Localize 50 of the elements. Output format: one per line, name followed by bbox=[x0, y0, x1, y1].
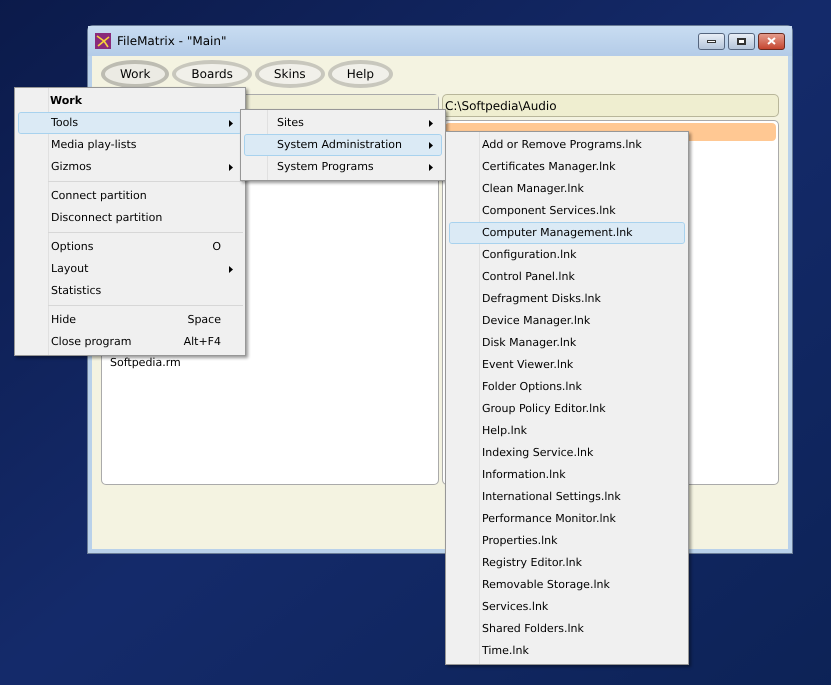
menu-item[interactable]: Removable Storage.lnk bbox=[449, 574, 685, 596]
toolbar-tab[interactable]: Boards bbox=[172, 60, 252, 88]
minimize-button[interactable] bbox=[698, 32, 725, 50]
menu-item[interactable]: Certificates Manager.lnk bbox=[449, 156, 685, 178]
menu-item[interactable]: Component Services.lnk bbox=[449, 200, 685, 222]
menu-item[interactable]: Layout bbox=[18, 258, 242, 280]
menu-item[interactable]: Add or Remove Programs.lnk bbox=[449, 134, 685, 156]
menu-item[interactable]: Connect partition bbox=[18, 185, 242, 207]
path-field[interactable]: C:\Softpedia\Audio bbox=[442, 94, 779, 117]
menu-heading: Work bbox=[49, 92, 84, 109]
menu-item[interactable]: System Administration bbox=[244, 134, 442, 156]
menu-item[interactable]: Device Manager.lnk bbox=[449, 310, 685, 332]
menu-item[interactable]: Clean Manager.lnk bbox=[449, 178, 685, 200]
menu-item[interactable]: Tools bbox=[18, 112, 242, 134]
menu-item[interactable]: Configuration.lnk bbox=[449, 244, 685, 266]
menu-item[interactable]: Help.lnk bbox=[449, 420, 685, 442]
maximize-button[interactable] bbox=[728, 32, 755, 50]
menu-item[interactable]: Time.lnk bbox=[449, 640, 685, 662]
menu-item[interactable]: Defragment Disks.lnk bbox=[449, 288, 685, 310]
close-button[interactable] bbox=[758, 32, 785, 50]
file-item[interactable]: Softpedia.rm bbox=[110, 355, 181, 371]
menu-item[interactable]: Hide Space bbox=[18, 309, 242, 331]
toolbar-tab[interactable]: Help bbox=[328, 60, 394, 88]
menu-item[interactable]: Performance Monitor.lnk bbox=[449, 508, 685, 530]
menu-item[interactable]: Statistics bbox=[18, 280, 242, 302]
menu-item[interactable]: Sites bbox=[244, 112, 442, 134]
menu-item[interactable]: Close program Alt+F4 bbox=[18, 331, 242, 353]
menu-item[interactable]: Properties.lnk bbox=[449, 530, 685, 552]
menu-item[interactable]: Event Viewer.lnk bbox=[449, 354, 685, 376]
app-logo-icon bbox=[95, 33, 111, 49]
toolbar-tab[interactable]: Skins bbox=[254, 60, 325, 88]
menu-item[interactable]: Registry Editor.lnk bbox=[449, 552, 685, 574]
menu-item[interactable]: Group Policy Editor.lnk bbox=[449, 398, 685, 420]
menu-item[interactable]: Disconnect partition bbox=[18, 207, 242, 229]
menu-item[interactable]: Computer Management.lnk bbox=[449, 222, 685, 244]
menu-item[interactable]: International Settings.lnk bbox=[449, 486, 685, 508]
toolbar-tab[interactable]: Work bbox=[101, 60, 170, 88]
window-title: FileMatrix - "Main" bbox=[117, 33, 228, 50]
close-icon bbox=[767, 37, 776, 45]
menu-item[interactable]: Indexing Service.lnk bbox=[449, 442, 685, 464]
menu-item[interactable]: Options O bbox=[18, 236, 242, 258]
menu-item[interactable]: Disk Manager.lnk bbox=[449, 332, 685, 354]
menu-item[interactable]: System Programs bbox=[244, 156, 442, 178]
menu-item[interactable]: Services.lnk bbox=[449, 596, 685, 618]
menu-item[interactable]: Shared Folders.lnk bbox=[449, 618, 685, 640]
menu-item[interactable]: Media play-lists bbox=[18, 134, 242, 156]
menu-item[interactable]: Control Panel.lnk bbox=[449, 266, 685, 288]
menu-item[interactable]: Folder Options.lnk bbox=[449, 376, 685, 398]
menu-item[interactable]: Information.lnk bbox=[449, 464, 685, 486]
menu-item[interactable]: Gizmos bbox=[18, 156, 242, 178]
